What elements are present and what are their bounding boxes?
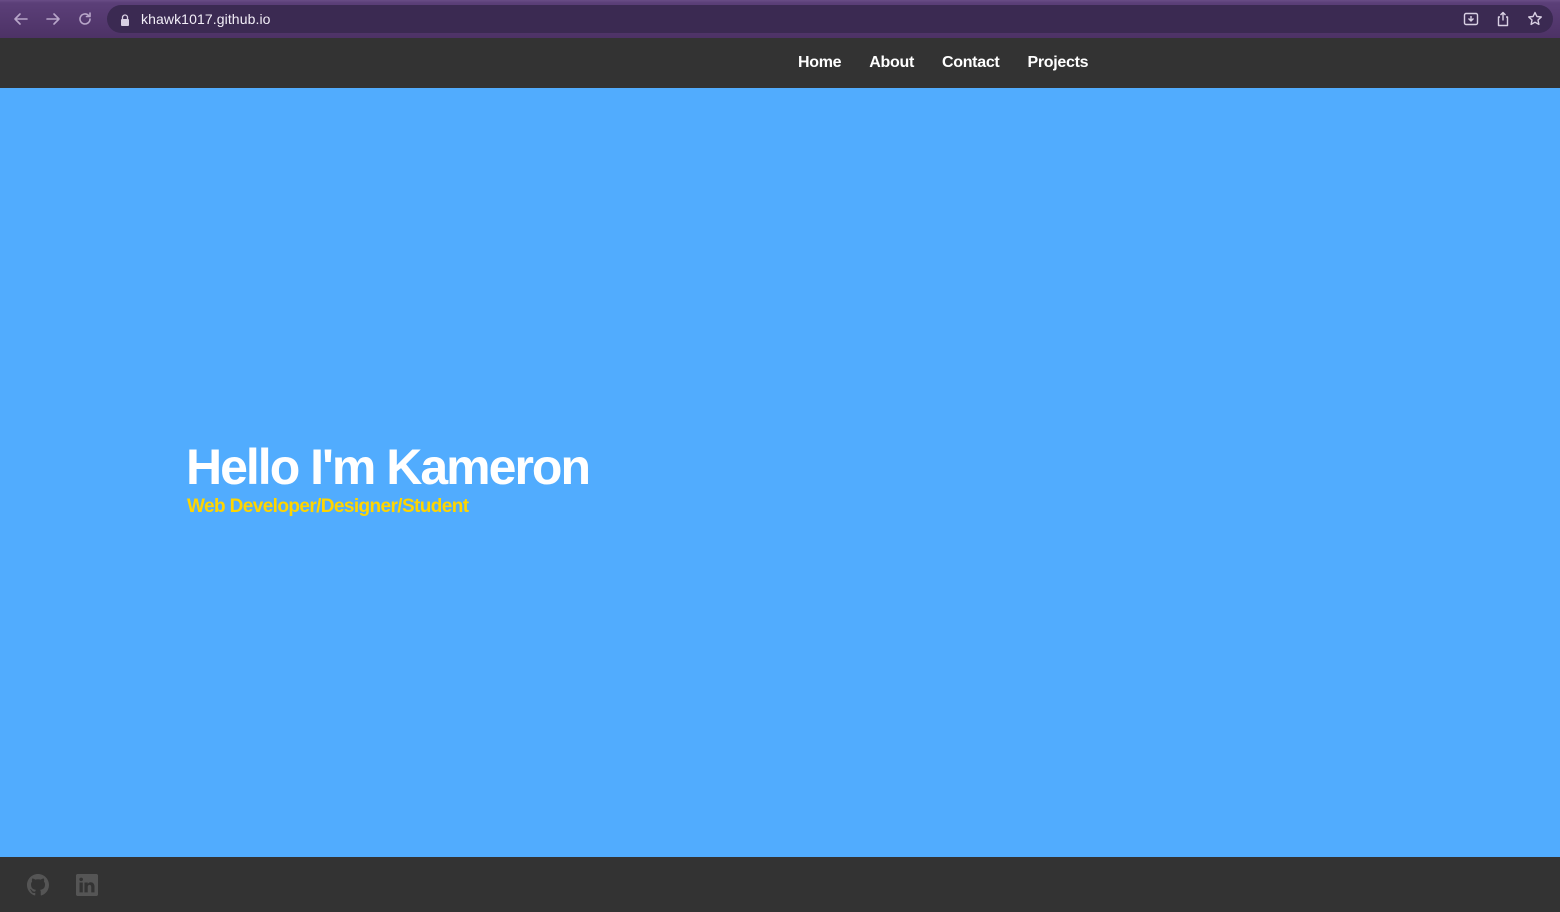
hero-title: Hello I'm Kameron <box>186 439 591 495</box>
reload-icon[interactable] <box>76 10 94 28</box>
forward-arrow-icon[interactable] <box>44 10 62 28</box>
install-icon[interactable] <box>1463 11 1479 27</box>
hero-subtitle: Web Developer/Designer/Student <box>187 496 469 517</box>
site-navbar: Home About Contact Projects <box>0 38 1560 88</box>
nav-link-about[interactable]: About <box>869 54 914 72</box>
share-icon[interactable] <box>1495 11 1511 27</box>
browser-toolbar: khawk1017.github.io <box>0 0 1560 38</box>
bookmark-star-icon[interactable] <box>1527 11 1543 27</box>
lock-icon <box>120 13 130 26</box>
url-text[interactable]: khawk1017.github.io <box>141 11 271 27</box>
address-bar[interactable]: khawk1017.github.io <box>107 5 1553 33</box>
site-footer <box>0 857 1560 912</box>
hero-section: Hello I'm Kameron Web Developer/Designer… <box>0 88 1560 857</box>
nav-link-contact[interactable]: Contact <box>942 54 1000 72</box>
nav-link-home[interactable]: Home <box>798 54 842 72</box>
nav-link-projects[interactable]: Projects <box>1027 54 1088 72</box>
github-icon[interactable] <box>27 874 49 896</box>
back-arrow-icon[interactable] <box>12 10 30 28</box>
linkedin-icon[interactable] <box>76 874 98 896</box>
nav-links: Home About Contact Projects <box>798 54 1116 72</box>
